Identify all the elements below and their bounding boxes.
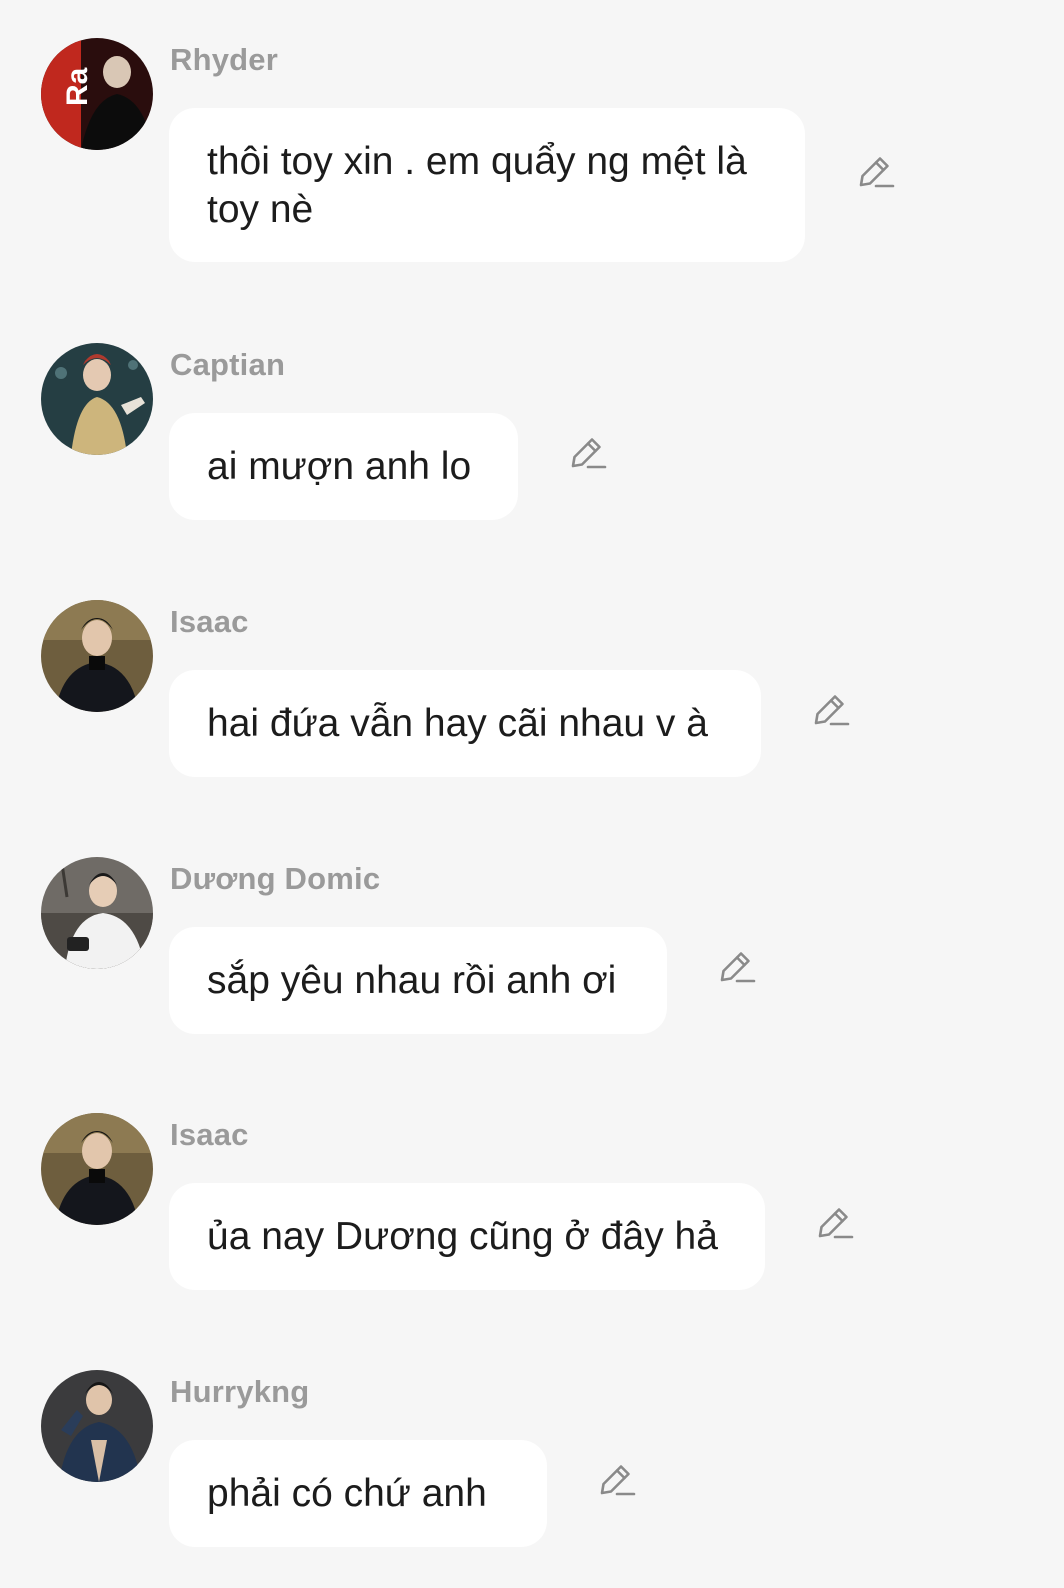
message-text: hai đứa vẫn hay cãi nhau v à <box>207 702 708 745</box>
sender-name: Captian <box>170 347 286 382</box>
avatar[interactable] <box>41 1113 153 1225</box>
sender-name: Dương Domic <box>170 861 381 896</box>
message-bubble[interactable]: ủa nay Dương cũng ở đây hả <box>169 1183 765 1290</box>
message-text: sắp yêu nhau rồi anh ơi <box>207 959 617 1002</box>
avatar[interactable] <box>41 857 153 969</box>
sender-name: Isaac <box>170 604 249 639</box>
message-bubble[interactable]: hai đứa vẫn hay cãi nhau v à <box>169 670 761 777</box>
message-bubble[interactable]: thôi toy xin . em quẩy ng mệt là toy nè <box>169 108 805 262</box>
pencil-edit-icon[interactable] <box>597 1460 637 1500</box>
pencil-edit-icon[interactable] <box>717 947 757 987</box>
sender-name: Isaac <box>170 1117 249 1152</box>
message-text: ai mượn anh lo <box>207 445 472 488</box>
pencil-edit-icon[interactable] <box>856 152 896 192</box>
svg-text:Ra: Ra <box>61 67 94 106</box>
message-bubble[interactable]: sắp yêu nhau rồi anh ơi <box>169 927 667 1034</box>
avatar[interactable] <box>41 1370 153 1482</box>
avatar[interactable] <box>41 343 153 455</box>
message-bubble[interactable]: phải có chứ anh <box>169 1440 547 1547</box>
avatar[interactable]: Ra <box>41 38 153 150</box>
avatar[interactable] <box>41 600 153 712</box>
pencil-edit-icon[interactable] <box>811 690 851 730</box>
message-text: ủa nay Dương cũng ở đây hả <box>207 1215 718 1258</box>
sender-name: Hurrykng <box>170 1374 310 1409</box>
message-bubble[interactable]: ai mượn anh lo <box>169 413 518 520</box>
message-text: thôi toy xin . em quẩy ng mệt là toy nè <box>207 140 747 231</box>
sender-name: Rhyder <box>170 42 279 77</box>
pencil-edit-icon[interactable] <box>815 1203 855 1243</box>
message-text: phải có chứ anh <box>207 1472 487 1515</box>
pencil-edit-icon[interactable] <box>568 433 608 473</box>
